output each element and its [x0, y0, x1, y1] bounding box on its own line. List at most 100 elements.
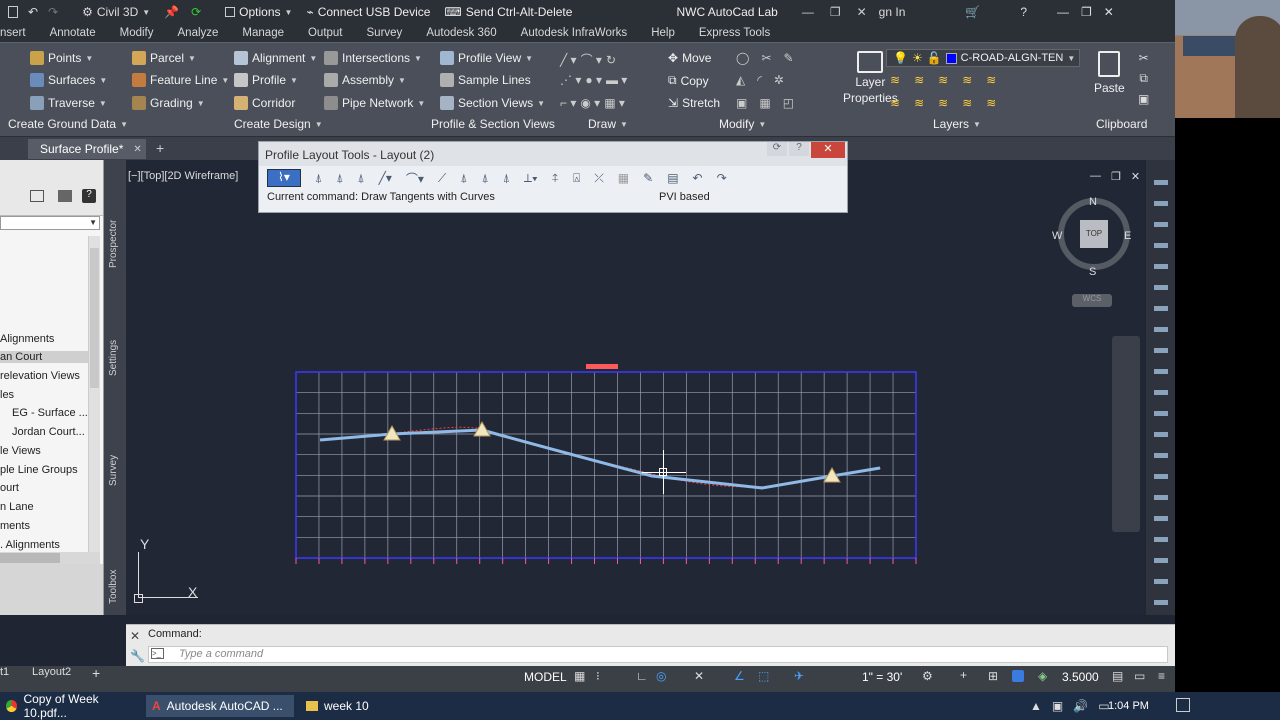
tree-scrollbar[interactable] [88, 236, 100, 552]
help-icon[interactable]: ? [1020, 5, 1027, 19]
tab-help[interactable]: Help [651, 27, 675, 39]
units-icon[interactable]: ⊞ [988, 669, 998, 683]
taskbar-autocad-item[interactable]: A Autodesk AutoCAD ... [146, 695, 294, 717]
tab-insert[interactable]: nsert [0, 27, 26, 39]
osnap-toggle-icon[interactable]: ✕ [694, 669, 704, 683]
connect-usb-button[interactable]: ⌁ Connect USB Device [306, 5, 430, 19]
layout-tab-prev[interactable]: t1 [0, 666, 14, 680]
chevron-up-icon[interactable]: ▲ [1030, 699, 1042, 713]
layer-tools-row-2[interactable]: ≋ ≋ ≋ ≋ ≋ [890, 96, 996, 110]
modify-panel[interactable]: Modify ▼ [719, 117, 766, 131]
tree-item[interactable]: les [0, 389, 14, 401]
help-icon[interactable]: ? [789, 142, 809, 156]
refresh-icon[interactable]: ⟳ [191, 5, 201, 19]
viewport-close-icon[interactable]: ✕ [1131, 170, 1140, 183]
delete-pvis-icon[interactable]: ⍋ [482, 171, 489, 186]
drawing-viewport[interactable]: [−][Top][2D Wireframe] — ❐ ✕ TOP N S E W W… [126, 160, 1146, 615]
tab-autodesk-360[interactable]: Autodesk 360 [426, 27, 496, 39]
parcel-button[interactable]: Parcel ▼ [132, 51, 196, 65]
create-ground-data-panel[interactable]: Create Ground Data ▼ [8, 117, 128, 131]
toolspace-help-icon[interactable]: ? [82, 189, 96, 203]
app-minimize-icon[interactable]: — [1057, 5, 1069, 19]
profile-view-graph[interactable] [292, 364, 924, 570]
feature-line-button[interactable]: Feature Line ▼ [132, 73, 229, 87]
annotation-scale[interactable]: 1" = 30' [862, 670, 902, 684]
command-customize-icon[interactable]: 🔧 [130, 649, 145, 663]
profile-section-views-panel[interactable]: Profile & Section Views [431, 117, 555, 131]
toolspace-dropdown[interactable]: ▼ [0, 216, 100, 230]
navigation-bar[interactable] [1112, 336, 1140, 532]
tab-analyze[interactable]: Analyze [178, 27, 219, 39]
tangent-icon[interactable]: ╱▾ [379, 171, 392, 185]
command-input[interactable]: Type a command [148, 646, 1168, 663]
tab-survey[interactable]: Survey [367, 27, 403, 39]
clipboard-small-tools[interactable]: ✂ ⧉ ▣ [1138, 51, 1149, 106]
document-tab[interactable]: Surface Profile* ✕ [28, 139, 146, 159]
redo-icon[interactable]: ↷ [717, 171, 727, 185]
elevation-value[interactable]: 3.5000 [1062, 670, 1099, 684]
viewcube-top-face[interactable]: TOP [1080, 220, 1108, 248]
refresh-icon[interactable]: ⟳ [767, 142, 787, 156]
layers-panel[interactable]: Layers ▼ [933, 117, 981, 131]
grading-button[interactable]: Grading ▼ [132, 96, 205, 110]
draw-panel[interactable]: Draw ▼ [588, 117, 628, 131]
insert-pvi-icon[interactable]: ⍋ [315, 171, 322, 186]
copy-button[interactable]: ⧉ Copy [668, 73, 709, 88]
edit-icon[interactable]: ✎ [643, 171, 653, 185]
stretch-button[interactable]: ⇲ Stretch [668, 96, 720, 110]
curve-icon[interactable]: ⌒▾ [406, 170, 424, 187]
raise-lower-pvis-icon[interactable]: ⍋ [503, 171, 510, 186]
clipboard-panel[interactable]: Clipboard [1096, 117, 1147, 131]
tab-survey[interactable]: Survey [108, 455, 119, 486]
profile-view-button[interactable]: Profile View ▼ [440, 51, 533, 65]
command-close-icon[interactable]: ✕ [130, 629, 140, 643]
points-button[interactable]: Points ▼ [30, 51, 93, 65]
profile-button[interactable]: Profile ▼ [234, 73, 298, 87]
ortho-toggle-icon[interactable]: ∟ [636, 669, 648, 683]
tree-item[interactable]: . Alignments [0, 539, 60, 551]
customize-menu-icon[interactable]: ≡ [1158, 669, 1165, 683]
tree-item[interactable]: ments [0, 520, 30, 532]
close-tab-icon[interactable]: ✕ [133, 144, 141, 155]
tree-item[interactable]: EG - Surface ... [12, 407, 88, 419]
isolate-icon[interactable] [1012, 670, 1024, 682]
otrack-toggle-icon[interactable]: ∠ [734, 669, 745, 683]
section-views-button[interactable]: Section Views ▼ [440, 96, 545, 110]
tab-annotate[interactable]: Annotate [50, 27, 96, 39]
insert-pvis-icon[interactable]: ⍋ [460, 171, 467, 186]
move-button[interactable]: ✥ Move [668, 51, 711, 65]
delete-pvi-icon[interactable]: ⍋ [336, 171, 343, 186]
layer-dropdown[interactable]: 💡 ☀ 🔓 C-ROAD-ALGN-TEN ▼ [886, 49, 1080, 67]
palette-tool-icons[interactable] [1154, 172, 1168, 612]
line-tools[interactable]: ╱ ▾ ⌒ ▾ ↻ [560, 51, 616, 68]
arc-tools[interactable]: ⌐ ▾ ◉ ▾ ▦ ▾ [560, 96, 625, 110]
redo-icon[interactable]: ↷ [48, 5, 58, 19]
toolspace-view-icon[interactable] [30, 190, 44, 202]
taskbar-folder-item[interactable]: week 10 [300, 695, 450, 717]
tree-item[interactable]: relevation Views [0, 370, 80, 382]
viewport-restore-icon[interactable]: ❐ [1111, 170, 1121, 183]
new-tab-icon[interactable]: + [156, 140, 164, 156]
modify-tools-row-3[interactable]: ▣ ▦ ◰ [736, 96, 794, 110]
options-menu[interactable]: Options ▼ [225, 5, 292, 19]
tab-settings[interactable]: Settings [108, 340, 119, 376]
sign-in-button[interactable]: gn In [879, 5, 906, 19]
notifications-icon[interactable] [1176, 698, 1190, 712]
traverse-button[interactable]: Traverse ▼ [30, 96, 107, 110]
tree-item[interactable]: le Views [0, 445, 41, 457]
copy-profile-icon[interactable]: ⟂▾ [524, 171, 538, 186]
viewport-label[interactable]: [−][Top][2D Wireframe] [128, 170, 238, 182]
undo-icon[interactable]: ↶ [28, 5, 38, 19]
command-prompt-icon[interactable]: >_ [151, 648, 164, 659]
create-design-panel[interactable]: Create Design ▼ [234, 117, 323, 131]
delete-entity-icon[interactable]: ⤫ [594, 171, 604, 186]
toolspace-options-icon[interactable] [58, 190, 72, 202]
model-space-button[interactable]: MODEL [524, 670, 567, 684]
tree-item[interactable]: ourt [0, 482, 19, 494]
workspace-switcher[interactable]: ⚙ Civil 3D ▼ [82, 5, 150, 19]
close-icon[interactable]: ✕ [857, 5, 867, 19]
cart-icon[interactable]: 🛒 [965, 5, 980, 19]
intersections-button[interactable]: Intersections ▼ [324, 51, 422, 65]
tree-item[interactable]: Alignments [0, 333, 54, 345]
app-close-icon[interactable]: ✕ [1104, 5, 1114, 19]
